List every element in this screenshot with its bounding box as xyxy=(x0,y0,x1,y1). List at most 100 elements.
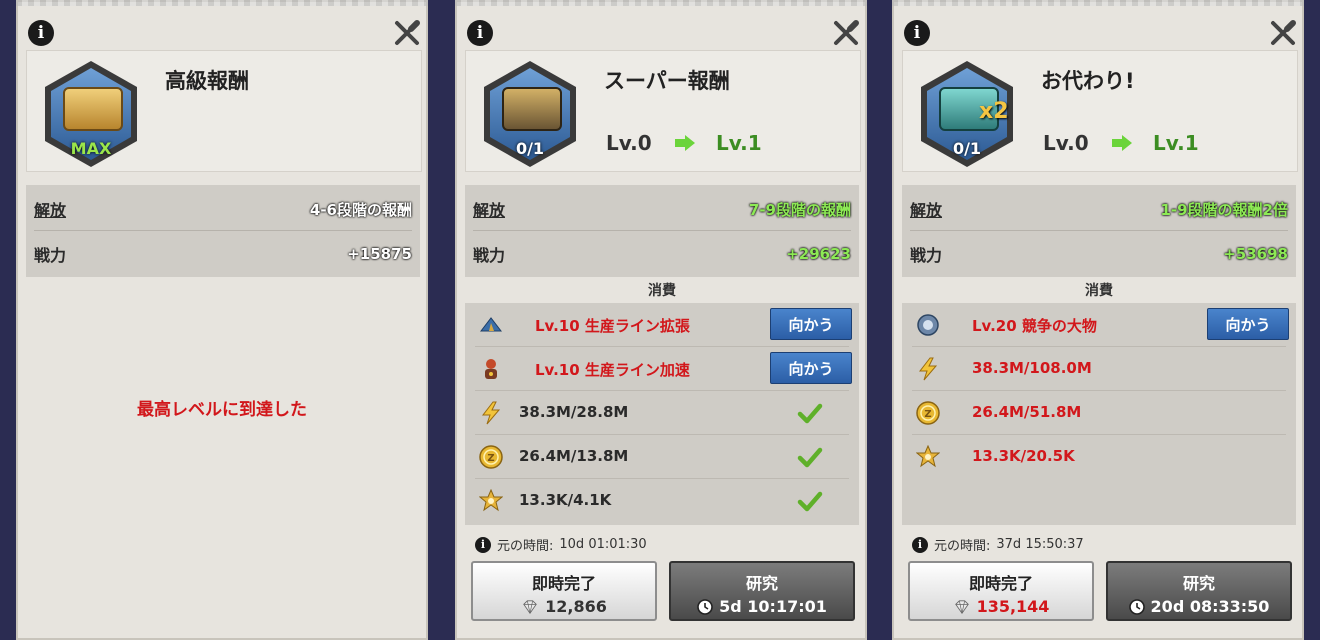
original-time-label: 元の時間: xyxy=(497,539,554,554)
info-icon[interactable]: i xyxy=(904,20,930,46)
research-label: 研究 xyxy=(745,574,778,593)
unlock-label[interactable]: 解放 xyxy=(473,197,505,221)
requirement-row: 38.3M/28.8M xyxy=(465,391,859,435)
close-icon[interactable] xyxy=(392,18,422,48)
arrow-right-icon xyxy=(1112,135,1132,151)
requirement-row: Lv.10 生産ライン加速 向かう xyxy=(465,347,859,391)
level-to: Lv.1 xyxy=(1153,131,1199,155)
stats-box: 解放 1-9段階の報酬2倍 戦力 +53698 xyxy=(902,185,1296,277)
reward-header: x2 0/1 お代わり! Lv.0 Lv.1 xyxy=(902,50,1298,172)
worker-icon xyxy=(485,359,497,379)
requirement-text: Lv.10 生産ライン拡張 xyxy=(535,317,690,335)
research-button[interactable]: 研究 20d 08:33:50 xyxy=(1106,561,1292,621)
requirement-row: 13.3K/4.1K xyxy=(465,479,859,523)
reward-header: 0/1 スーパー報酬 Lv.0 Lv.1 xyxy=(465,50,861,172)
instant-complete-button[interactable]: 即時完了 135,144 xyxy=(908,561,1094,621)
requirement-text: 38.3M/108.0M xyxy=(972,359,1092,377)
original-time-label: 元の時間: xyxy=(934,539,991,554)
original-time-value: 37d 15:50:37 xyxy=(996,537,1084,552)
max-level-message: 最高レベルに到達した xyxy=(137,400,307,420)
research-time: 5d 10:17:01 xyxy=(719,597,827,616)
unlock-value: 4-6段階の報酬 xyxy=(309,200,412,219)
original-time-value: 10d 01:01:30 xyxy=(559,537,647,552)
requirement-row: Lv.20 競争の大物 向かう xyxy=(902,303,1296,347)
level-badge: 0/1 xyxy=(952,139,982,158)
tent-icon xyxy=(480,317,502,332)
requirement-text: Lv.10 生産ライン加速 xyxy=(535,361,690,379)
original-time: i 元の時間: 37d 15:50:37 xyxy=(912,535,1084,554)
multiplier-badge: x2 xyxy=(979,99,1009,124)
go-button[interactable]: 向かう xyxy=(770,308,852,340)
instant-label: 即時完了 xyxy=(968,574,1033,593)
reward-title: スーパー報酬 xyxy=(604,69,730,93)
power-label: 戦力 xyxy=(910,246,943,265)
level-badge: 0/1 xyxy=(515,139,545,158)
check-icon xyxy=(797,488,823,514)
requirement-text: 38.3M/28.8M xyxy=(519,403,629,421)
arrow-right-icon xyxy=(675,135,695,151)
clock-icon xyxy=(697,598,713,615)
unlock-value: 7-9段階の報酬 xyxy=(748,200,851,219)
power-label: 戦力 xyxy=(34,246,67,265)
go-button[interactable]: 向かう xyxy=(770,352,852,384)
reward-chest-icon: x2 0/1 xyxy=(917,59,1017,169)
close-icon[interactable] xyxy=(831,18,861,48)
instant-complete-button[interactable]: 即時完了 12,866 xyxy=(471,561,657,621)
level-to: Lv.1 xyxy=(716,131,762,155)
gem-icon xyxy=(954,599,969,614)
requirements-list: Lv.20 競争の大物 向かう 38.3M/108.0M 26.4M/51.8M… xyxy=(902,303,1296,525)
info-icon[interactable]: i xyxy=(475,536,491,553)
requirement-row: 26.4M/51.8M xyxy=(902,391,1296,435)
reward-title: 高級報酬 xyxy=(165,69,249,93)
requirement-text: 13.3K/4.1K xyxy=(519,491,612,509)
go-button[interactable]: 向かう xyxy=(1207,308,1289,340)
info-icon[interactable]: i xyxy=(912,536,928,553)
coin-icon xyxy=(916,401,940,425)
reward-panel-super: i 0/1 スーパー報酬 Lv.0 Lv.1 解放 7-9段階の報酬 戦力 +2… xyxy=(455,0,867,640)
requirement-text: Lv.20 競争の大物 xyxy=(972,317,1097,335)
stats-box: 解放 7-9段階の報酬 戦力 +29623 xyxy=(465,185,859,277)
gem-icon xyxy=(523,599,537,614)
level-from: Lv.0 xyxy=(1043,131,1089,155)
instant-label: 即時完了 xyxy=(531,574,596,593)
stats-box: 解放 4-6段階の報酬 戦力 +15875 xyxy=(26,185,420,277)
requirement-row: 13.3K/20.5K xyxy=(902,435,1296,479)
consume-title: 消費 xyxy=(1085,283,1113,299)
clock-icon xyxy=(1128,598,1145,615)
check-icon xyxy=(797,400,823,426)
research-time: 20d 08:33:50 xyxy=(1150,597,1270,616)
instant-cost: 135,144 xyxy=(976,597,1050,616)
power-label: 戦力 xyxy=(473,246,506,265)
star-badge-icon xyxy=(479,489,503,511)
lightning-icon xyxy=(482,401,500,425)
reward-panel-double: i x2 0/1 お代わり! Lv.0 Lv.1 解放 1-9段階の報酬2倍 戦… xyxy=(892,0,1304,640)
requirements-list: Lv.10 生産ライン拡張 向かう Lv.10 生産ライン加速 向かう 38.3… xyxy=(465,303,859,525)
level-from: Lv.0 xyxy=(606,131,652,155)
level-badge: MAX xyxy=(70,139,112,158)
medal-icon xyxy=(917,314,939,336)
reward-header: MAX 高級報酬 xyxy=(26,50,422,172)
info-icon[interactable]: i xyxy=(28,20,54,46)
unlock-label[interactable]: 解放 xyxy=(34,197,66,221)
check-icon xyxy=(797,444,823,470)
original-time: i 元の時間: 10d 01:01:30 xyxy=(475,535,647,554)
reward-panel-premium: i MAX 高級報酬 解放 4-6段階の報酬 戦力 +15875 最高レベルに到… xyxy=(16,0,428,640)
power-value: +15875 xyxy=(347,245,412,263)
unlock-label[interactable]: 解放 xyxy=(910,197,942,221)
close-icon[interactable] xyxy=(1268,18,1298,48)
info-icon[interactable]: i xyxy=(467,20,493,46)
research-button[interactable]: 研究 5d 10:17:01 xyxy=(669,561,855,621)
coin-icon xyxy=(479,445,503,469)
reward-title: お代わり! xyxy=(1041,69,1135,93)
requirement-row: 26.4M/13.8M xyxy=(465,435,859,479)
lightning-icon xyxy=(919,357,937,381)
reward-chest-icon: 0/1 xyxy=(480,59,580,169)
requirement-row: 38.3M/108.0M xyxy=(902,347,1296,391)
unlock-value: 1-9段階の報酬2倍 xyxy=(1160,200,1288,219)
power-value: +29623 xyxy=(786,245,851,263)
reward-chest-icon: MAX xyxy=(41,59,141,169)
research-label: 研究 xyxy=(1182,574,1215,593)
power-value: +53698 xyxy=(1223,245,1288,263)
consume-title: 消費 xyxy=(648,283,676,299)
instant-cost: 12,866 xyxy=(545,597,607,616)
